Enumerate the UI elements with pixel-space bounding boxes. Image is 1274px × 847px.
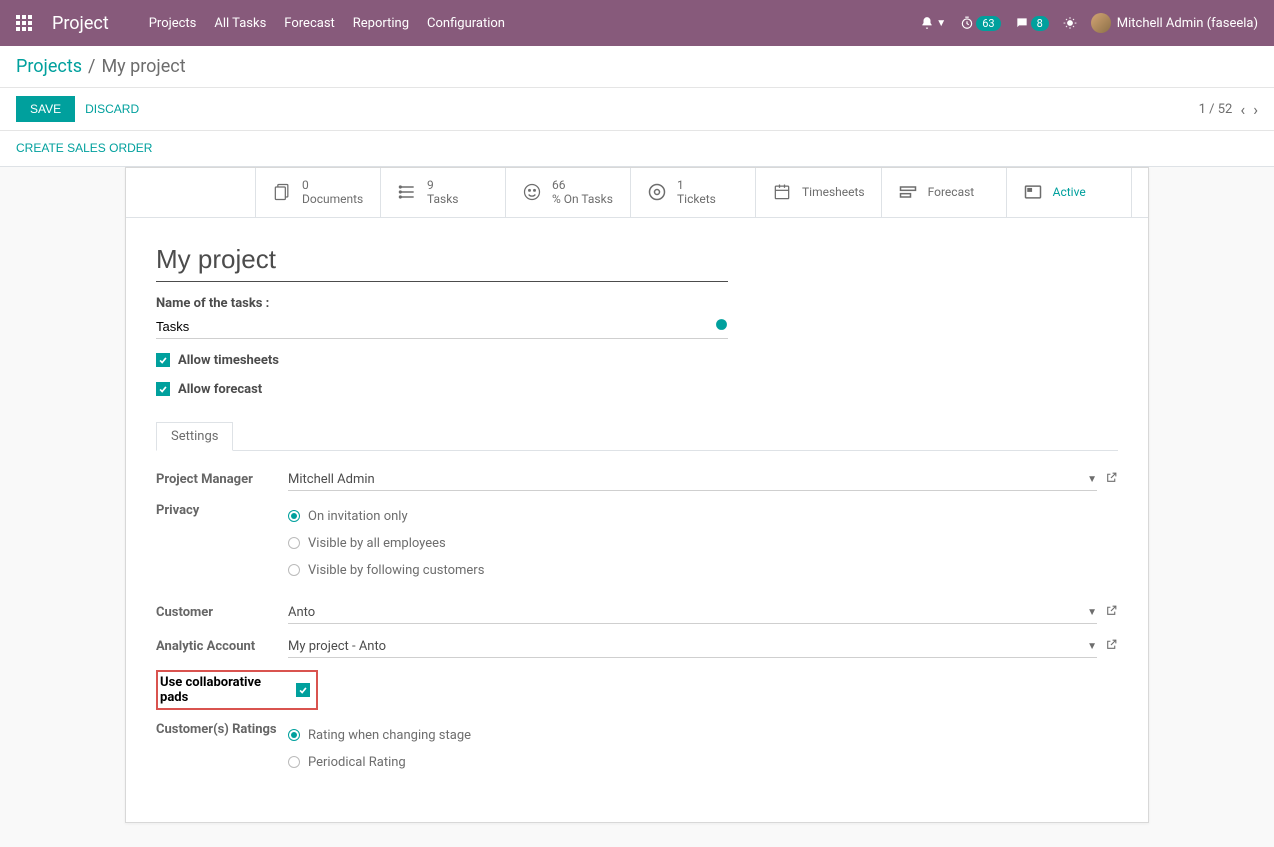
discard-button[interactable]: DISCARD bbox=[85, 102, 139, 116]
privacy-label: Privacy bbox=[156, 503, 288, 518]
create-sales-order-button[interactable]: CREATE SALES ORDER bbox=[16, 141, 152, 155]
bell-icon[interactable]: ▼ bbox=[920, 16, 946, 30]
external-link-icon[interactable] bbox=[1105, 604, 1118, 621]
pm-select[interactable]: Mitchell Admin▼ bbox=[288, 469, 1097, 491]
actions-bar: SAVE DISCARD 1 / 52 ‹ › bbox=[0, 88, 1274, 131]
timer-badge: 63 bbox=[976, 16, 1000, 31]
globe-icon[interactable] bbox=[715, 318, 728, 335]
pager: 1 / 52 ‹ › bbox=[1199, 100, 1258, 119]
nav-projects[interactable]: Projects bbox=[149, 16, 197, 31]
chat-icon[interactable]: 8 bbox=[1015, 16, 1049, 31]
user-name: Mitchell Admin (faseela) bbox=[1117, 16, 1258, 31]
pads-label: Use collaborative pads bbox=[158, 675, 288, 705]
external-link-icon[interactable] bbox=[1105, 638, 1118, 655]
caret-down-icon[interactable]: ▼ bbox=[1087, 641, 1097, 652]
tab-settings[interactable]: Settings bbox=[156, 422, 233, 451]
analytic-label: Analytic Account bbox=[156, 639, 288, 654]
apps-icon[interactable] bbox=[16, 15, 32, 31]
allow-forecast-label: Allow forecast bbox=[178, 382, 262, 397]
stat-buttons: 0Documents 9Tasks 66% On Tasks 1Tickets … bbox=[126, 168, 1148, 218]
caret-down-icon[interactable]: ▼ bbox=[1087, 474, 1097, 485]
nav-right: ▼ 63 8 Mitchell Admin (faseela) bbox=[920, 13, 1258, 33]
chat-badge: 8 bbox=[1031, 16, 1049, 31]
ratings-radio-periodical[interactable] bbox=[288, 756, 300, 768]
ratings-radio-stage[interactable] bbox=[288, 729, 300, 741]
privacy-radio-customers[interactable] bbox=[288, 564, 300, 576]
timer-icon[interactable]: 63 bbox=[960, 16, 1000, 31]
nav-reporting[interactable]: Reporting bbox=[353, 16, 409, 31]
analytic-select[interactable]: My project - Anto▼ bbox=[288, 636, 1097, 658]
user-menu[interactable]: Mitchell Admin (faseela) bbox=[1091, 13, 1258, 33]
pm-label: Project Manager bbox=[156, 472, 288, 487]
nav-menu: Projects All Tasks Forecast Reporting Co… bbox=[149, 16, 921, 31]
breadcrumb: Projects/My project bbox=[16, 56, 1258, 77]
caret-down-icon[interactable]: ▼ bbox=[1087, 607, 1097, 618]
privacy-radio-employees[interactable] bbox=[288, 537, 300, 549]
stat-active[interactable]: Active bbox=[1007, 168, 1132, 217]
stat-blank bbox=[126, 168, 256, 217]
secondary-actions: CREATE SALES ORDER bbox=[0, 131, 1274, 167]
privacy-radio-invitation[interactable] bbox=[288, 510, 300, 522]
pager-next-icon[interactable]: › bbox=[1253, 100, 1258, 119]
customer-select[interactable]: Anto▼ bbox=[288, 602, 1097, 624]
pads-checkbox[interactable] bbox=[296, 683, 310, 697]
highlight-annotation: Use collaborative pads bbox=[156, 670, 318, 710]
nav-forecast[interactable]: Forecast bbox=[284, 16, 334, 31]
form-sheet: 0Documents 9Tasks 66% On Tasks 1Tickets … bbox=[125, 167, 1149, 823]
debug-icon[interactable] bbox=[1063, 16, 1077, 30]
customer-label: Customer bbox=[156, 605, 288, 620]
avatar bbox=[1091, 13, 1111, 33]
nav-configuration[interactable]: Configuration bbox=[427, 16, 505, 31]
allow-timesheets-label: Allow timesheets bbox=[178, 353, 279, 368]
project-title-input[interactable] bbox=[156, 242, 728, 282]
breadcrumb-current: My project bbox=[101, 56, 185, 77]
pager-prev-icon[interactable]: ‹ bbox=[1240, 100, 1245, 119]
nav-all-tasks[interactable]: All Tasks bbox=[214, 16, 266, 31]
name-of-tasks-label: Name of the tasks : bbox=[156, 296, 1118, 311]
top-nav: Project Projects All Tasks Forecast Repo… bbox=[0, 0, 1274, 46]
breadcrumb-bar: Projects/My project bbox=[0, 46, 1274, 88]
stat-documents[interactable]: 0Documents bbox=[256, 168, 381, 217]
allow-forecast-checkbox[interactable] bbox=[156, 382, 170, 396]
save-button[interactable]: SAVE bbox=[16, 96, 75, 122]
stat-tickets[interactable]: 1Tickets bbox=[631, 168, 756, 217]
tabs: Settings bbox=[156, 421, 1118, 451]
stat-forecast[interactable]: Forecast bbox=[882, 168, 1007, 217]
brand[interactable]: Project bbox=[52, 13, 109, 34]
stat-on-tasks[interactable]: 66% On Tasks bbox=[506, 168, 631, 217]
external-link-icon[interactable] bbox=[1105, 471, 1118, 488]
allow-timesheets-checkbox[interactable] bbox=[156, 353, 170, 367]
ratings-label: Customer(s) Ratings bbox=[156, 722, 288, 737]
name-of-tasks-input[interactable] bbox=[156, 315, 715, 338]
breadcrumb-root[interactable]: Projects bbox=[16, 56, 82, 77]
stat-timesheets[interactable]: Timesheets bbox=[756, 168, 882, 217]
stat-tasks[interactable]: 9Tasks bbox=[381, 168, 506, 217]
